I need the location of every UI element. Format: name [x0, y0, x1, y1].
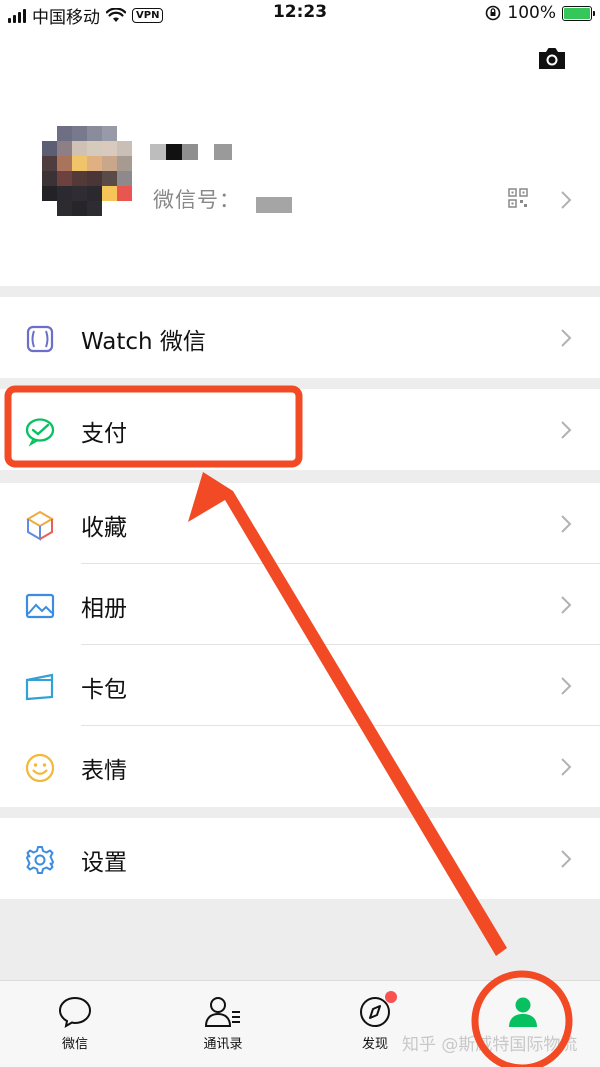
menu-item-label: 支付	[81, 421, 127, 447]
tab-contacts[interactable]: 通讯录	[178, 995, 268, 1052]
status-right: 100%	[485, 3, 595, 23]
menu-item-label: 卡包	[81, 677, 127, 703]
watermark-text: 知乎 @斯威特国际物流	[402, 1035, 578, 1055]
contacts-icon	[204, 997, 240, 1027]
battery-percent: 100%	[507, 3, 556, 23]
status-bar: 中国移动 VPN 12:23 100%	[0, 0, 600, 28]
menu-item-watch-wechat[interactable]: Watch 微信	[0, 297, 600, 378]
chevron-right-icon	[561, 421, 572, 439]
tab-me[interactable]	[478, 995, 568, 1029]
menu-item-label: Watch 微信	[81, 329, 206, 355]
battery-icon	[562, 5, 595, 21]
sticker-smile-icon	[25, 753, 55, 783]
me-person-icon	[509, 997, 537, 1027]
pay-icon	[25, 418, 55, 447]
chevron-right-icon	[561, 329, 572, 347]
favorites-cube-icon	[26, 510, 54, 541]
menu-group-settings: 设置	[0, 818, 600, 899]
album-icon	[25, 593, 55, 619]
chevron-right-icon	[561, 596, 572, 614]
profile-header[interactable]: 微信号：	[0, 26, 600, 286]
menu-item-pay[interactable]: 支付	[0, 389, 600, 470]
settings-gear-icon	[26, 846, 54, 874]
nickname-redacted	[150, 144, 232, 160]
tab-chats[interactable]: 微信	[30, 995, 120, 1052]
tab-label: 微信	[61, 1037, 88, 1052]
chevron-right-icon	[561, 191, 572, 209]
card-wallet-icon	[25, 673, 54, 701]
chevron-right-icon	[561, 758, 572, 776]
tab-label: 通讯录	[203, 1037, 243, 1052]
orientation-lock-icon	[486, 5, 501, 21]
menu-item-favorites[interactable]: 收藏	[0, 483, 600, 564]
avatar[interactable]	[42, 126, 132, 216]
notification-badge	[385, 991, 397, 1003]
wechat-id-redacted	[256, 197, 292, 213]
qr-code-icon[interactable]	[508, 188, 528, 208]
menu-item-album[interactable]: 相册	[0, 564, 600, 645]
chat-bubble-icon	[58, 996, 92, 1028]
menu-item-cards[interactable]: 卡包	[0, 645, 600, 726]
chevron-right-icon	[561, 515, 572, 533]
chevron-right-icon	[561, 850, 572, 868]
menu-item-settings[interactable]: 设置	[0, 818, 600, 899]
menu-group-watch: Watch 微信	[0, 297, 600, 378]
menu-group-content: 收藏 相册 卡包 表情	[0, 483, 600, 807]
chevron-right-icon	[561, 677, 572, 695]
wechat-id-label: 微信号：	[153, 188, 241, 212]
watch-icon	[26, 325, 54, 353]
menu-item-label: 收藏	[81, 515, 127, 541]
menu-item-stickers[interactable]: 表情	[0, 726, 600, 807]
menu-item-label: 设置	[81, 850, 127, 876]
menu-item-label: 相册	[81, 596, 127, 622]
camera-icon[interactable]	[537, 45, 567, 71]
menu-group-pay: 支付	[0, 389, 600, 470]
menu-item-label: 表情	[81, 758, 127, 784]
